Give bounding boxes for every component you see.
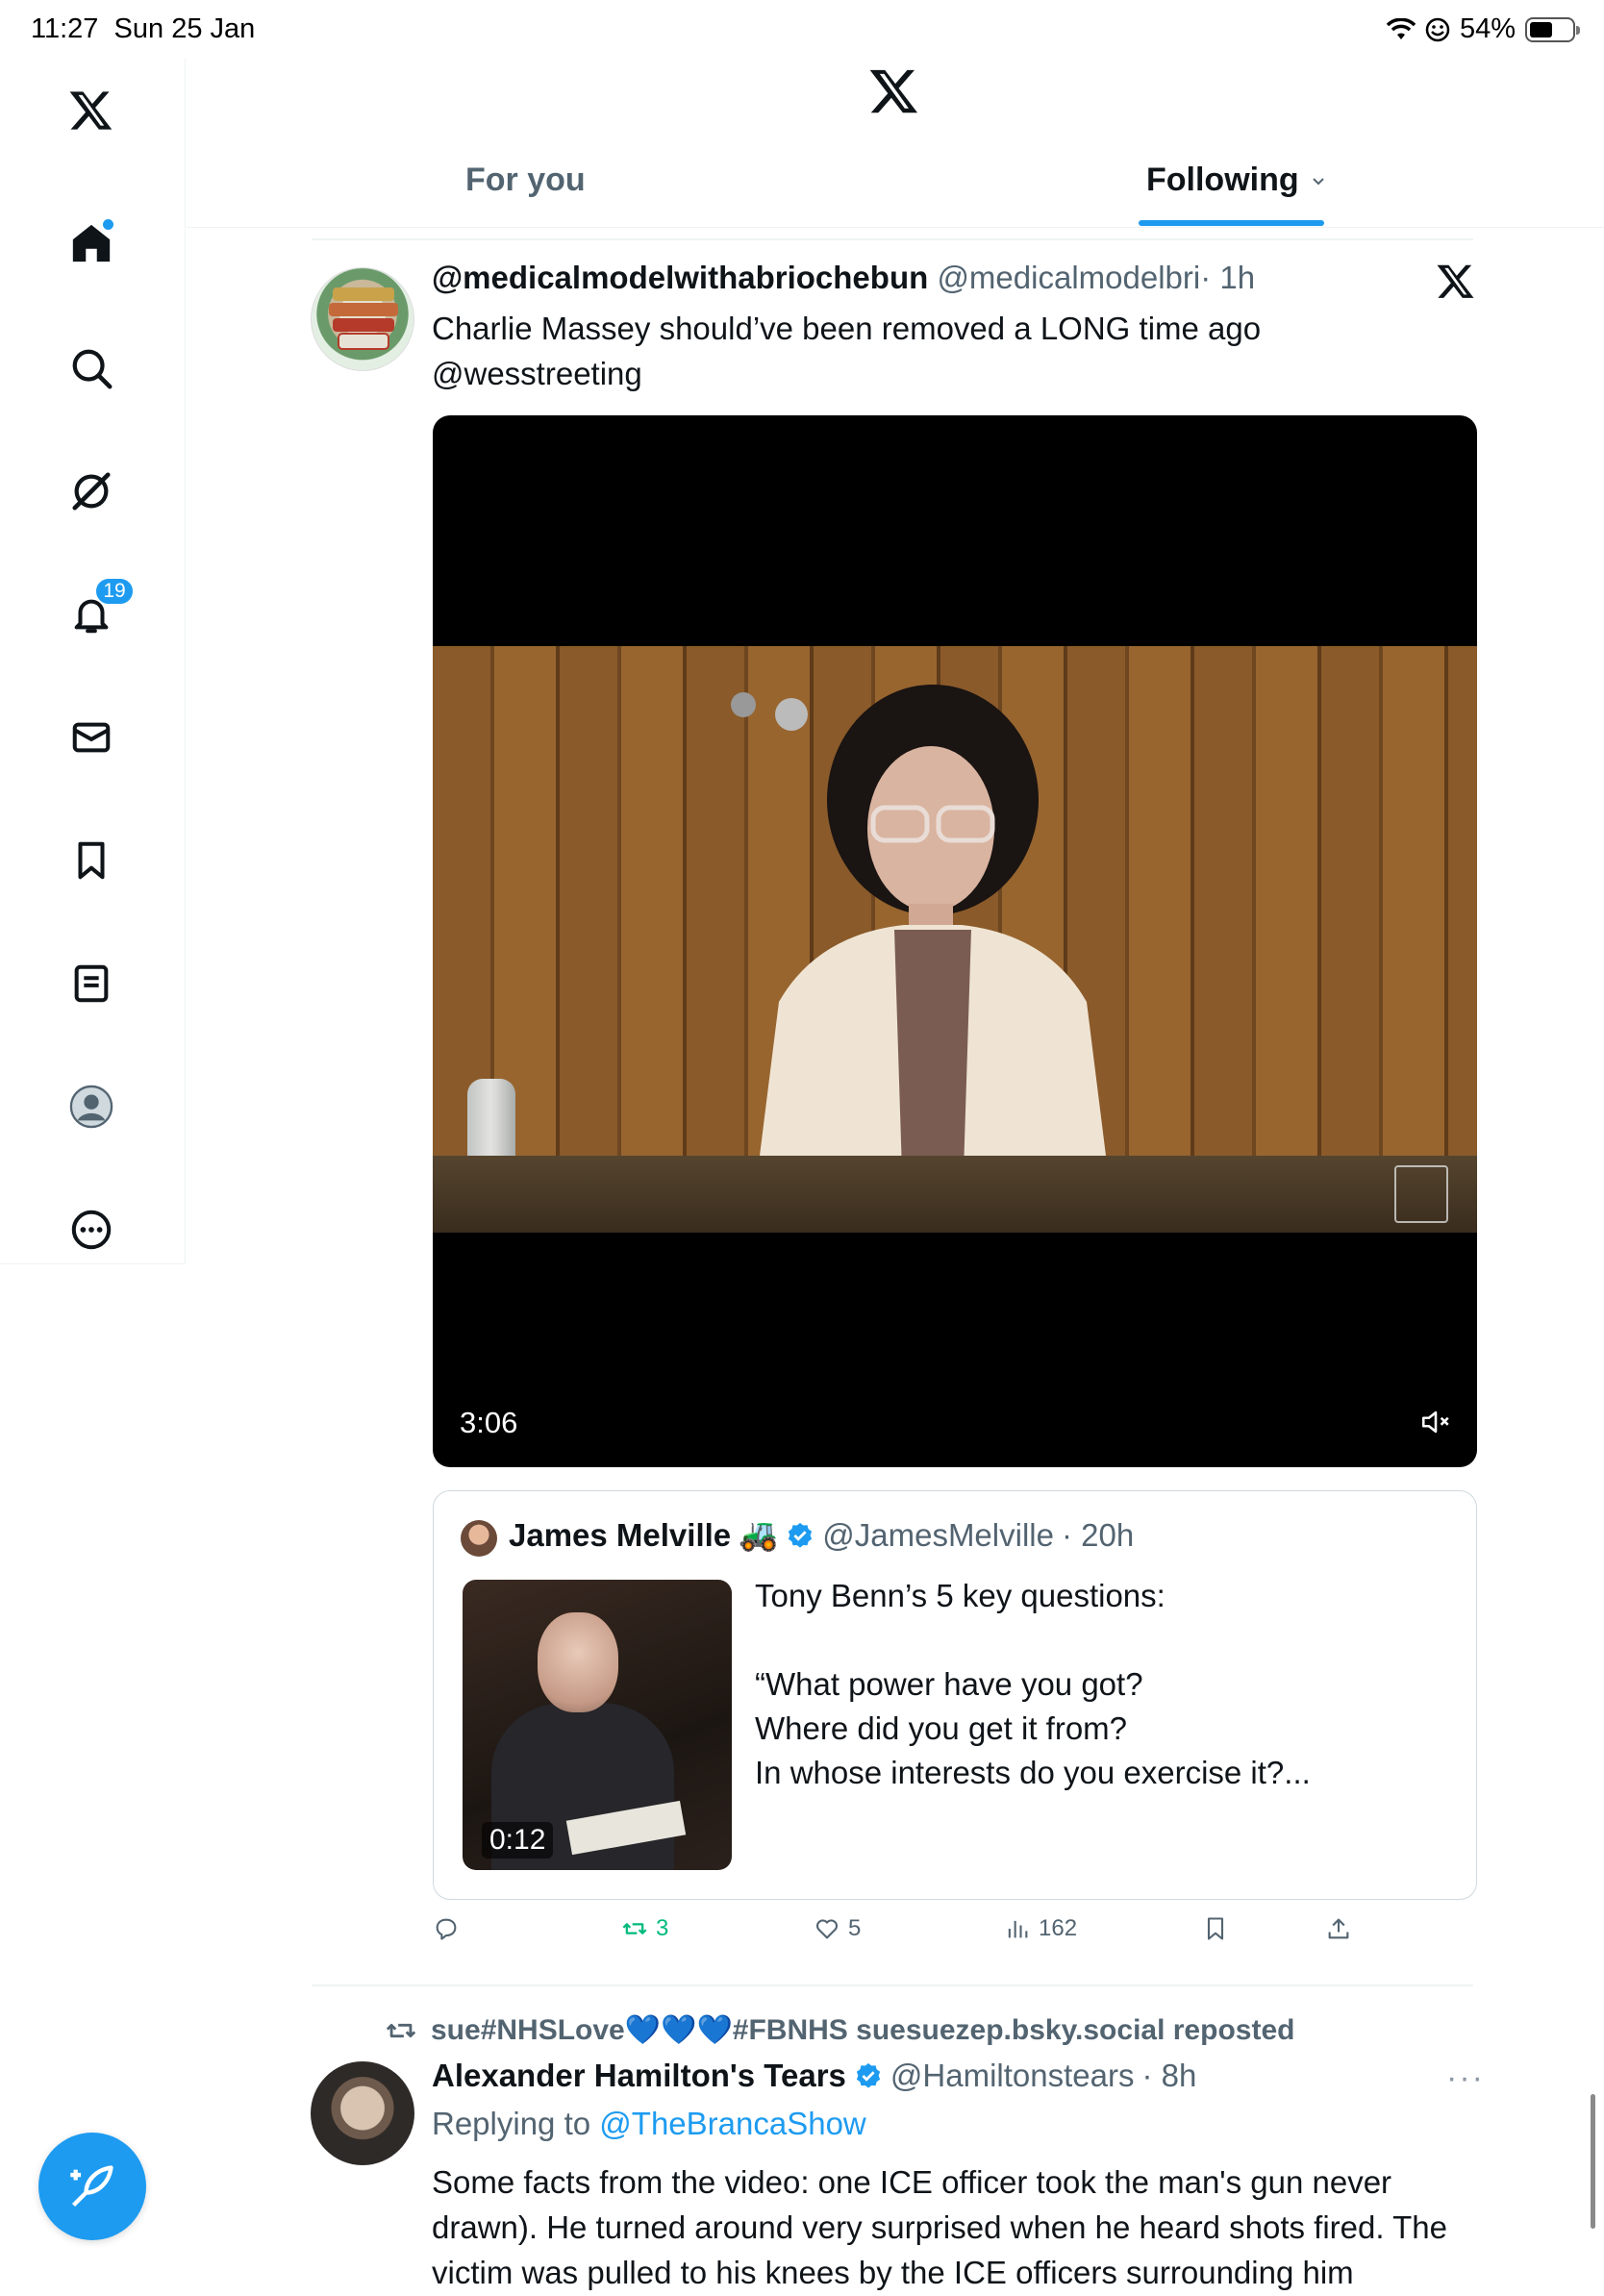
author-name[interactable]: @medicalmodelwithabriochebun — [432, 260, 928, 295]
more-options-icon[interactable]: ··· — [1446, 2059, 1485, 2097]
status-bar: 11:27 Sun 25 Jan 54% — [0, 0, 1604, 58]
reply-button[interactable] — [433, 1915, 467, 1942]
views-count: 162 — [1039, 1915, 1078, 1941]
video-duration: 0:12 — [482, 1822, 554, 1859]
battery-percent: 54% — [1459, 13, 1516, 44]
post-actions: 3 5 162 — [433, 1915, 1394, 1954]
views-button[interactable]: 162 — [1004, 1915, 1077, 1942]
post-header: @medicalmodelwithabriochebun @medicalmod… — [432, 260, 1255, 296]
battery-icon — [1525, 16, 1580, 42]
status-right: 54% — [1386, 13, 1580, 45]
compose-quill-icon — [70, 2165, 113, 2208]
author-handle[interactable]: @Hamiltonstears — [890, 2058, 1135, 2094]
parliament-crest-icon — [1394, 1165, 1448, 1223]
post-divider — [312, 238, 1473, 240]
wifi-icon — [1386, 17, 1416, 39]
verified-badge-icon — [856, 2062, 881, 2088]
video-frame — [433, 646, 1477, 1233]
compose-post-button[interactable] — [38, 2133, 146, 2240]
video-duration: 3:06 — [460, 1406, 518, 1439]
profile-icon[interactable] — [63, 1079, 119, 1135]
quoted-video-thumbnail[interactable]: 0:12 — [463, 1580, 732, 1870]
list-icon[interactable] — [63, 956, 119, 1011]
post-divider — [312, 1984, 1473, 1986]
share-icon — [1328, 1918, 1349, 1939]
scrollbar[interactable] — [1591, 2094, 1595, 2229]
tab-following[interactable]: Following — [1146, 162, 1328, 199]
search-icon[interactable] — [63, 340, 119, 396]
replying-to: Replying to @TheBrancaShow — [432, 2106, 866, 2142]
mention-link[interactable]: @wesstreeting — [432, 351, 1451, 396]
post-text: Some facts from the video: one ICE offic… — [432, 2164, 1447, 2290]
x-logo-icon[interactable] — [869, 65, 919, 115]
author-name[interactable]: Alexander Hamilton's Tears — [432, 2058, 846, 2094]
post-time[interactable]: · 1h — [1200, 260, 1255, 295]
x-logo-icon[interactable] — [63, 82, 119, 137]
x-logo-icon[interactable] — [1437, 262, 1475, 300]
quoted-post-header: James Melville 🚜 @JamesMelville · 20h — [509, 1516, 1134, 1554]
status-time: 11:27 Sun 25 Jan — [31, 13, 256, 44]
post-time[interactable]: · 8h — [1141, 2058, 1196, 2094]
avatar-image — [329, 287, 398, 350]
video-person-image — [750, 685, 1115, 1233]
avatar[interactable] — [311, 267, 414, 371]
bookmark-icon[interactable] — [63, 833, 119, 888]
avatar[interactable] — [461, 1520, 497, 1557]
mute-icon[interactable] — [1419, 1406, 1452, 1438]
bookmark-button[interactable] — [1202, 1915, 1229, 1942]
reply-icon — [436, 1918, 457, 1940]
grok-icon[interactable] — [63, 463, 119, 519]
notification-count-badge: 19 — [94, 577, 135, 606]
like-count: 5 — [848, 1915, 862, 1941]
timeline-feed: @medicalmodelwithabriochebun @medicalmod… — [187, 229, 1604, 2296]
share-button[interactable] — [1325, 1915, 1352, 1942]
heart-icon — [815, 1919, 839, 1939]
author-handle[interactable]: @JamesMelville — [822, 1517, 1054, 1554]
post-text-line: Charlie Massey should’ve been removed a … — [432, 311, 1262, 346]
repost-icon — [386, 2023, 416, 2037]
timeline-header: For you Following — [187, 58, 1604, 228]
quoted-post[interactable]: James Melville 🚜 @JamesMelville · 20h 0:1… — [433, 1490, 1477, 1900]
reposted-by-text: sue#NHSLove💙💙💙#FBNHS suesuezep.bsky.soci… — [431, 2014, 1295, 2046]
tab-for-you[interactable]: For you — [465, 162, 586, 199]
more-icon[interactable] — [63, 1202, 119, 1258]
post-text: Charlie Massey should’ve been removed a … — [432, 306, 1451, 396]
verified-badge-icon — [789, 1522, 813, 1548]
avatar[interactable] — [311, 2061, 414, 2165]
repost-icon — [622, 1923, 647, 1934]
home-notification-dot — [103, 219, 113, 230]
repost-button[interactable]: 3 — [621, 1915, 668, 1942]
author-handle[interactable]: @medicalmodelbri — [937, 260, 1200, 295]
views-icon — [1008, 1920, 1028, 1938]
tractor-emoji: 🚜 — [739, 1516, 779, 1552]
active-tab-indicator — [1139, 220, 1324, 226]
repost-count: 3 — [656, 1915, 669, 1941]
replying-to-link[interactable]: @TheBrancaShow — [599, 2106, 865, 2141]
author-name[interactable]: James Melville — [509, 1517, 731, 1554]
chevron-down-icon — [1312, 177, 1324, 185]
home-icon[interactable] — [63, 215, 119, 271]
quoted-post-text: Tony Benn’s 5 key questions: “What power… — [755, 1578, 1311, 1790]
post-time[interactable]: · 20h — [1062, 1517, 1134, 1554]
mail-icon[interactable] — [63, 710, 119, 765]
focus-smiley-icon — [1425, 17, 1450, 41]
bookmark-icon — [1207, 1917, 1224, 1940]
repost-context[interactable]: sue#NHSLove💙💙💙#FBNHS suesuezep.bsky.soci… — [385, 2013, 1294, 2047]
bell-icon[interactable]: 19 — [63, 577, 135, 642]
sidebar: 19 — [0, 58, 186, 1264]
post-header: Alexander Hamilton's Tears @Hamiltonstea… — [432, 2058, 1196, 2094]
like-button[interactable]: 5 — [814, 1915, 861, 1942]
replying-to-label: Replying to — [432, 2106, 591, 2141]
tab-following-label: Following — [1146, 162, 1299, 198]
video-player[interactable]: 3:06 — [433, 415, 1477, 1467]
